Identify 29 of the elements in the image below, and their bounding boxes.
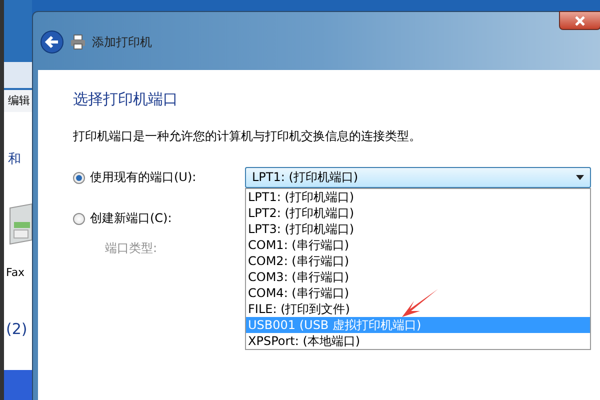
port-option[interactable]: COM1: (串行端口) <box>246 237 590 253</box>
toolbar <box>4 62 32 88</box>
page-heading: 选择打印机端口 <box>73 90 179 109</box>
dropdown-arrow-icon <box>576 175 584 180</box>
printer-icon <box>70 34 86 50</box>
port-type-label: 端口类型: <box>105 240 158 257</box>
port-dropdown[interactable]: LPT1: (打印机端口) <box>245 167 591 188</box>
port-option[interactable]: COM4: (串行端口) <box>246 285 590 301</box>
label-text: 和 <box>8 151 21 168</box>
port-option[interactable]: FILE: (打印到文件) <box>246 301 590 317</box>
radio-option[interactable]: 创建新端口(C): <box>73 210 245 227</box>
label-text: (2) <box>6 320 28 338</box>
label-text: Fax <box>6 266 25 279</box>
port-option[interactable]: COM3: (串行端口) <box>246 269 590 285</box>
port-option[interactable]: LPT3: (打印机端口) <box>246 221 590 237</box>
menu-item[interactable]: 编辑 <box>4 90 32 112</box>
sidebar-panel <box>4 370 32 400</box>
radio-button[interactable] <box>73 212 85 224</box>
port-option[interactable]: LPT1: (打印机端口) <box>246 189 590 205</box>
radio-button[interactable] <box>73 172 85 184</box>
close-button[interactable] <box>559 11 600 30</box>
port-option[interactable]: LPT2: (打印机端口) <box>246 205 590 221</box>
window-title: 添加打印机 <box>92 34 152 50</box>
back-button[interactable] <box>40 30 64 54</box>
close-icon <box>574 16 586 26</box>
port-option[interactable]: COM2: (串行端口) <box>246 253 590 269</box>
port-option[interactable]: XPSPort: (本地端口) <box>246 333 590 349</box>
description-text: 打印机端口是一种允许您的计算机与打印机交换信息的连接类型。 <box>73 128 422 145</box>
radio-option[interactable]: 使用现有的端口(U): <box>73 169 245 186</box>
